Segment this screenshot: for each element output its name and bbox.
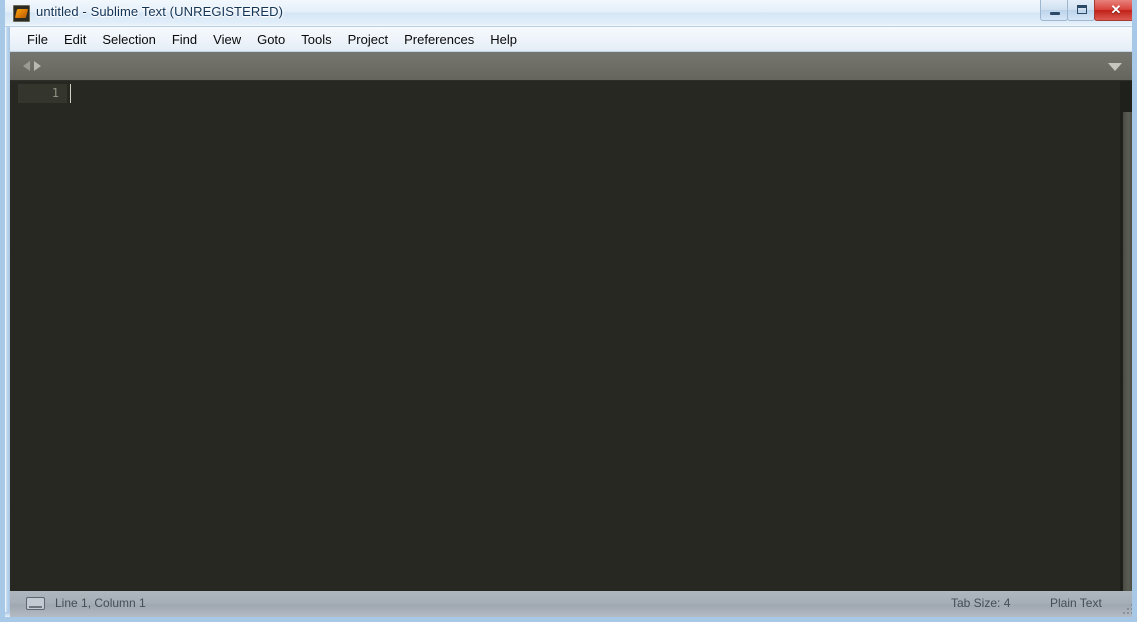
close-button[interactable]: ✕ bbox=[1094, 0, 1132, 21]
status-bar: Line 1, Column 1 Tab Size: 4 Plain Text bbox=[10, 591, 1135, 617]
application-window: untitled - Sublime Text (UNREGISTERED) ✕… bbox=[0, 0, 1137, 622]
menu-item-edit[interactable]: Edit bbox=[56, 29, 94, 50]
maximize-button[interactable] bbox=[1067, 0, 1095, 21]
editor-client-area: 1 bbox=[10, 52, 1132, 617]
vertical-scrollbar-thumb[interactable] bbox=[1123, 112, 1132, 617]
menu-item-tools[interactable]: Tools bbox=[293, 29, 339, 50]
vertical-scrollbar[interactable] bbox=[1120, 81, 1132, 617]
menu-item-help[interactable]: Help bbox=[482, 29, 525, 50]
menu-item-preferences[interactable]: Preferences bbox=[396, 29, 482, 50]
status-cursor-position: Line 1, Column 1 bbox=[55, 596, 146, 610]
minimize-icon bbox=[1050, 12, 1060, 15]
menu-item-find[interactable]: Find bbox=[164, 29, 205, 50]
menu-item-view[interactable]: View bbox=[205, 29, 249, 50]
maximize-icon bbox=[1077, 5, 1087, 14]
tab-navigation bbox=[23, 61, 41, 71]
text-editor[interactable]: 1 bbox=[10, 81, 1132, 602]
console-icon[interactable] bbox=[26, 597, 45, 610]
chevron-down-icon[interactable] bbox=[1108, 63, 1122, 71]
window-controls: ✕ bbox=[1040, 0, 1132, 22]
sublime-text-icon[interactable] bbox=[13, 5, 30, 22]
menu-item-goto[interactable]: Goto bbox=[249, 29, 293, 50]
minimize-button[interactable] bbox=[1040, 0, 1068, 21]
menu-bar: File Edit Selection Find View Goto Tools… bbox=[10, 27, 1132, 52]
status-tab-size[interactable]: Tab Size: 4 bbox=[951, 596, 1010, 610]
sublime-text-icon-glyph bbox=[14, 9, 29, 18]
menu-item-project[interactable]: Project bbox=[340, 29, 396, 50]
tab-bar bbox=[10, 52, 1132, 81]
status-syntax-mode[interactable]: Plain Text bbox=[1050, 596, 1102, 610]
title-bar[interactable]: untitled - Sublime Text (UNREGISTERED) ✕ bbox=[5, 0, 1132, 27]
close-icon: ✕ bbox=[1110, 1, 1122, 17]
text-caret bbox=[70, 84, 71, 103]
gutter-line-number: 1 bbox=[51, 86, 59, 100]
arrow-right-icon[interactable] bbox=[34, 61, 41, 71]
menu-item-selection[interactable]: Selection bbox=[94, 29, 163, 50]
window-title: untitled - Sublime Text (UNREGISTERED) bbox=[36, 4, 284, 19]
menu-item-file[interactable]: File bbox=[19, 29, 56, 50]
arrow-left-icon[interactable] bbox=[23, 61, 30, 71]
resize-grip-icon[interactable] bbox=[1121, 602, 1135, 616]
